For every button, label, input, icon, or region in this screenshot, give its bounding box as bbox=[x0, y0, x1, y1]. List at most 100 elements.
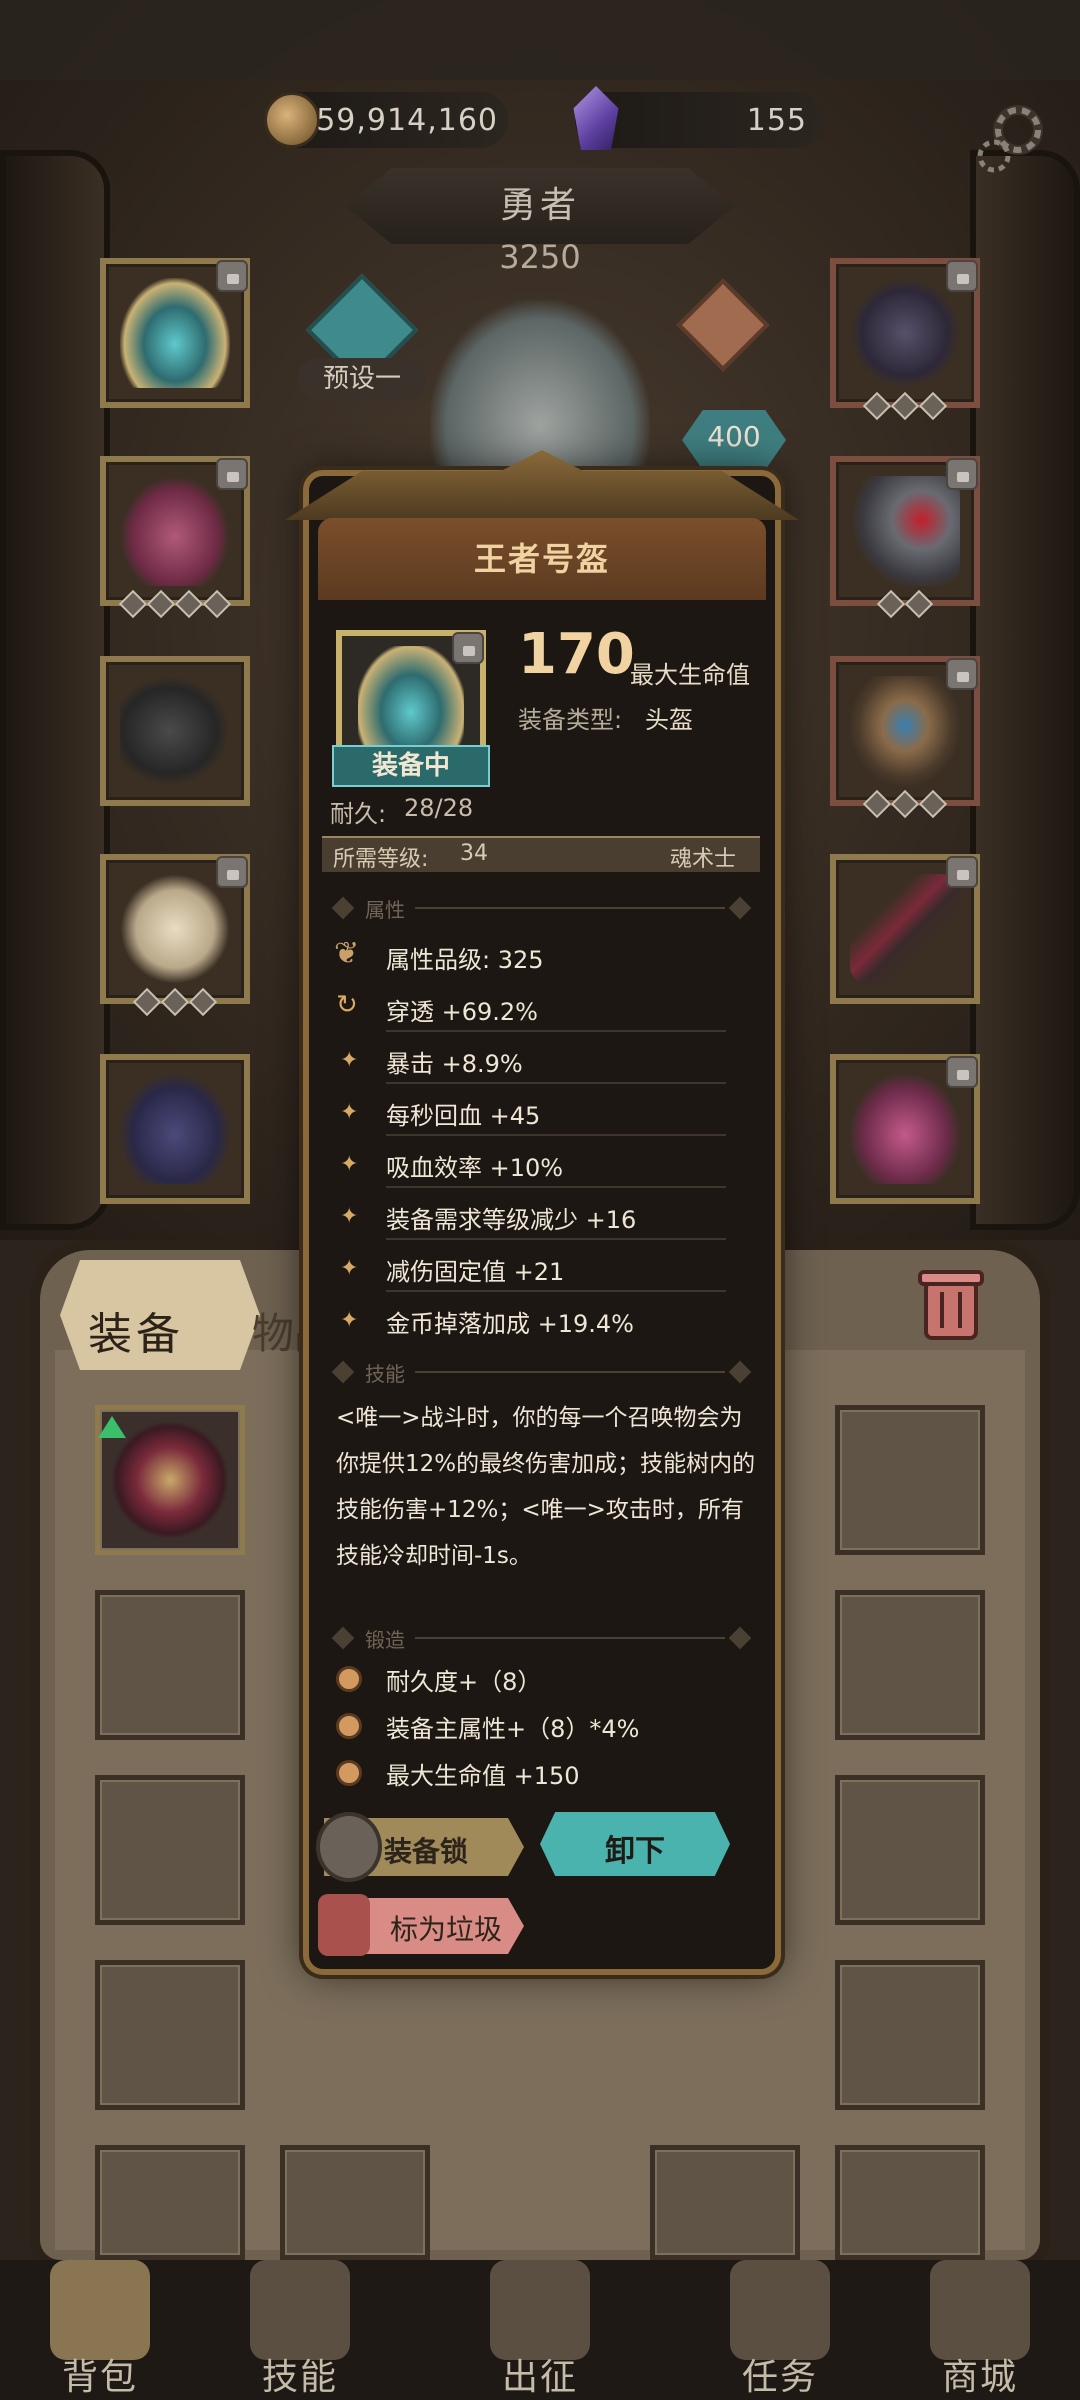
trash-can-icon bbox=[318, 1894, 370, 1956]
inventory-slot[interactable] bbox=[650, 2145, 800, 2260]
equip-slot-pants[interactable] bbox=[100, 854, 250, 1017]
skill-description: <唯一>战斗时，你的每一个召唤物会为你提供12%的最终伤害加成；技能树内的技能伤… bbox=[336, 1405, 756, 1569]
sword-icon bbox=[490, 2260, 590, 2360]
equip-slot-boots[interactable] bbox=[100, 1054, 250, 1204]
lock-icon bbox=[216, 458, 248, 490]
inventory-slot[interactable] bbox=[95, 2145, 245, 2260]
inventory-slot[interactable] bbox=[95, 1960, 245, 2110]
nav-label: 出征 bbox=[501, 2357, 578, 2398]
nav-label: 背包 bbox=[61, 2357, 138, 2398]
equip-slot-ring[interactable] bbox=[830, 456, 980, 619]
forge-row: 装备主属性+（8）*4% bbox=[336, 1703, 756, 1749]
forge-text: 装备主属性+（8）*4% bbox=[386, 1715, 640, 1743]
necklace-icon bbox=[850, 278, 960, 388]
backpack-icon bbox=[50, 2260, 150, 2360]
row-underline bbox=[386, 1134, 726, 1136]
quality-icon: ❦ bbox=[334, 936, 360, 971]
gold-amount: 59,914,160 bbox=[316, 102, 498, 138]
inventory-slot[interactable] bbox=[835, 1960, 985, 2110]
attribute-row: ↻ 穿透 +69.2% bbox=[330, 986, 750, 1036]
socket-row bbox=[106, 589, 244, 619]
robe-icon bbox=[120, 476, 230, 586]
tab-equipment[interactable]: 装备 bbox=[88, 1298, 184, 1362]
attribute-text: 减伤固定值 +21 bbox=[386, 1258, 565, 1286]
item-main-value: 170 bbox=[518, 622, 635, 687]
lock-icon bbox=[946, 1056, 978, 1088]
inventory-slot[interactable] bbox=[280, 2145, 430, 2260]
shop-icon bbox=[930, 2260, 1030, 2360]
sparkle-icon: ✦ bbox=[340, 1308, 359, 1333]
gem-counter: 155 bbox=[573, 86, 825, 150]
penetration-icon: ↻ bbox=[336, 990, 358, 1020]
section-divider bbox=[415, 1637, 725, 1639]
inventory-slot[interactable] bbox=[835, 2145, 985, 2260]
left-frame-decoration bbox=[0, 150, 110, 1230]
rank-value: 400 bbox=[707, 420, 761, 453]
gold-counter: 59,914,160 bbox=[264, 92, 508, 148]
inventory-slot[interactable] bbox=[835, 1775, 985, 1925]
row-underline bbox=[386, 1186, 726, 1188]
gear-icon[interactable] bbox=[972, 100, 1052, 180]
attribute-row: ✦ 减伤固定值 +21 bbox=[330, 1246, 750, 1296]
gold-coin-icon bbox=[264, 92, 320, 148]
trash-icon[interactable] bbox=[912, 1262, 990, 1342]
nav-shop[interactable]: 商城 bbox=[890, 2260, 1070, 2400]
forge-row: 耐久度+（8） bbox=[336, 1656, 756, 1702]
nav-backpack[interactable]: 背包 bbox=[10, 2260, 190, 2400]
inventory-slot[interactable] bbox=[835, 1590, 985, 1740]
socket-row bbox=[106, 987, 244, 1017]
relic-icon bbox=[112, 1422, 228, 1538]
sparkle-icon: ✦ bbox=[340, 1100, 359, 1125]
lock-icon bbox=[216, 260, 248, 292]
equip-slot-amulet[interactable] bbox=[830, 656, 980, 819]
preset-button[interactable]: 预设一 bbox=[298, 358, 426, 400]
equip-slot-armor[interactable] bbox=[100, 456, 250, 619]
row-underline bbox=[386, 1238, 726, 1240]
lock-icon bbox=[452, 632, 484, 664]
inventory-slot[interactable] bbox=[835, 1405, 985, 1555]
status-bar-shade bbox=[0, 0, 1080, 80]
attribute-text: 属性品级: 325 bbox=[386, 946, 544, 974]
scythe-icon bbox=[850, 874, 960, 984]
skill-book-icon bbox=[250, 2260, 350, 2360]
section-divider bbox=[415, 1371, 725, 1373]
nav-skills[interactable]: 技能 bbox=[210, 2260, 390, 2400]
equip-slot-weapon[interactable] bbox=[830, 854, 980, 1004]
orb-icon bbox=[850, 1074, 960, 1184]
amulet-icon bbox=[850, 676, 960, 786]
attribute-row: ✦ 金币掉落加成 +19.4% bbox=[330, 1298, 750, 1348]
row-underline bbox=[386, 1030, 726, 1032]
nav-quests[interactable]: 任务 bbox=[690, 2260, 870, 2400]
durability-label: 耐久: bbox=[330, 800, 387, 828]
lock-icon bbox=[946, 658, 978, 690]
lock-icon bbox=[946, 458, 978, 490]
item-type-value: 头盔 bbox=[645, 706, 693, 734]
inventory-slot[interactable] bbox=[95, 1775, 245, 1925]
helmet-icon bbox=[358, 646, 464, 756]
forge-text: 耐久度+（8） bbox=[386, 1668, 542, 1696]
inventory-slot[interactable] bbox=[95, 1590, 245, 1740]
equip-slot-offhand[interactable] bbox=[830, 1054, 980, 1204]
equip-slot-helmet[interactable] bbox=[100, 258, 250, 408]
item-name: 王者号盔 bbox=[473, 540, 610, 578]
unequip-label[interactable]: 卸下 bbox=[540, 1826, 730, 1870]
required-class: 魂术士 bbox=[670, 847, 737, 872]
equipment-lock-label[interactable]: 装备锁 bbox=[384, 1830, 468, 1870]
lock-icon bbox=[946, 260, 978, 292]
section-header-skills: 技能 bbox=[365, 1362, 405, 1386]
row-underline bbox=[386, 1082, 726, 1084]
helmet-icon bbox=[120, 278, 230, 388]
row-underline bbox=[386, 1290, 726, 1292]
hero-name: 勇者 bbox=[499, 185, 580, 226]
boots-icon bbox=[120, 1074, 230, 1184]
nav-battle[interactable]: 出征 bbox=[450, 2260, 630, 2400]
sparkle-icon: ✦ bbox=[340, 1152, 359, 1177]
equip-slot-gloves[interactable] bbox=[100, 656, 250, 806]
attribute-text: 装备需求等级减少 +16 bbox=[386, 1206, 637, 1234]
forge-bullet-icon bbox=[336, 1666, 362, 1692]
section-divider bbox=[415, 907, 725, 909]
right-frame-decoration bbox=[970, 150, 1080, 1230]
equip-slot-necklace[interactable] bbox=[830, 258, 980, 421]
mark-as-junk-label[interactable]: 标为垃圾 bbox=[390, 1908, 502, 1948]
attribute-row: ✦ 暴击 +8.9% bbox=[330, 1038, 750, 1088]
